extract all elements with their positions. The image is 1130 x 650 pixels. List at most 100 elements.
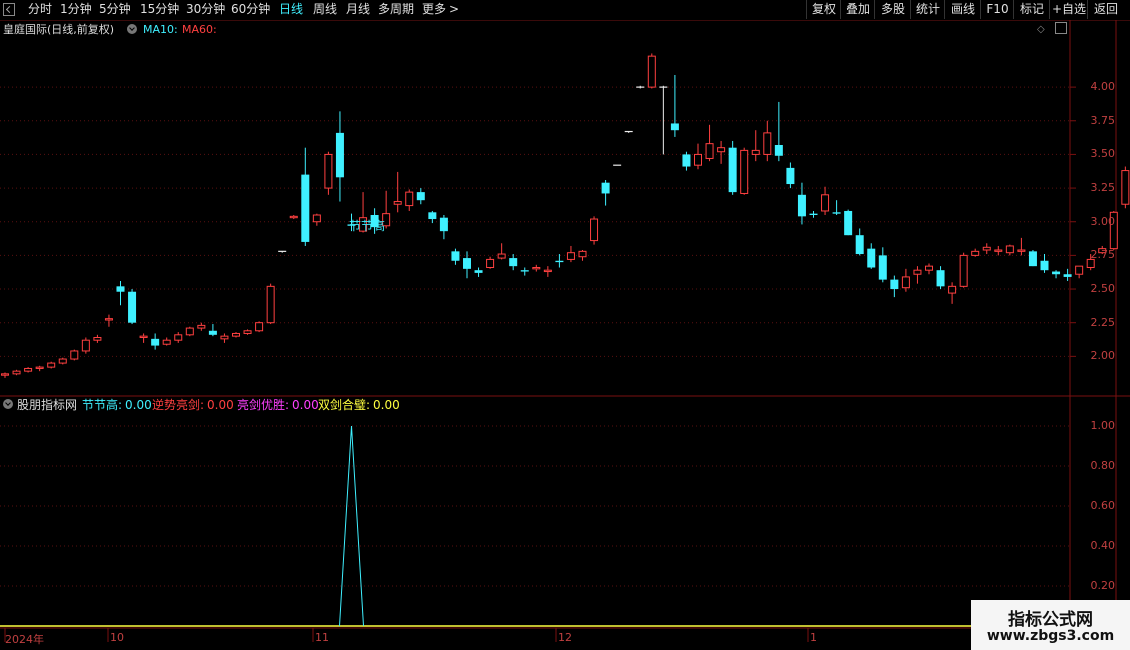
watermark-title: 指标公式网 — [1008, 610, 1093, 630]
candle-body — [740, 149, 749, 194]
candle-body — [174, 334, 183, 341]
candle-body — [255, 322, 264, 332]
price-tick-label: 3.50 — [1090, 147, 1116, 161]
candle-body — [717, 147, 726, 153]
indicator-tick-label: 0.40 — [1090, 539, 1116, 552]
candle-body — [509, 258, 518, 267]
candle-body — [1005, 245, 1014, 254]
candle-body — [128, 291, 137, 323]
candle-body — [243, 330, 252, 334]
candle-body — [416, 192, 425, 201]
indicator-tick-label: 1.00 — [1090, 419, 1116, 432]
candle-body — [751, 149, 760, 155]
candle-body — [855, 235, 864, 255]
candle-body — [705, 143, 714, 159]
indicator-tick-label: 0.20 — [1090, 579, 1116, 592]
candle-body — [474, 270, 483, 273]
price-tick-label: 3.75 — [1090, 113, 1116, 127]
candle-body — [832, 212, 841, 214]
candle-body — [1017, 249, 1026, 252]
candle-body — [58, 358, 67, 364]
candle-body — [393, 201, 402, 205]
candle-body — [301, 174, 310, 242]
candle-body — [821, 194, 830, 212]
candle-body — [555, 260, 564, 263]
candle-body — [12, 370, 21, 375]
date-label: 11 — [315, 631, 329, 644]
candle-body — [728, 147, 737, 193]
candle-body — [925, 265, 933, 271]
candle-body — [335, 132, 344, 178]
candle-body — [532, 267, 541, 270]
date-label: 12 — [558, 631, 572, 644]
candle-body — [590, 218, 599, 242]
candle-body — [266, 285, 275, 324]
kline-chart[interactable] — [0, 0, 1130, 650]
candle-body — [428, 212, 437, 220]
candle-body — [797, 194, 806, 217]
price-tick-label: 3.00 — [1090, 214, 1116, 228]
candle-body — [878, 255, 887, 280]
candle-body — [104, 318, 113, 321]
candle-body — [162, 339, 171, 345]
watermark-logo: 指标公式网 www.zbgs3.com — [971, 600, 1130, 650]
candle-body — [70, 350, 79, 360]
candle-body — [197, 324, 206, 329]
candle-body — [913, 269, 922, 275]
candle-body — [232, 332, 240, 337]
signal-annotation: 节节高 — [349, 219, 386, 233]
date-label: 1 — [810, 631, 817, 644]
candle-body — [1, 373, 9, 376]
candle-body — [948, 285, 957, 294]
candle-body — [486, 258, 495, 268]
candle-body — [543, 269, 552, 273]
candle-body — [971, 250, 980, 256]
candle-body — [890, 279, 899, 290]
candle-body — [601, 182, 610, 194]
candle-body — [1052, 271, 1061, 275]
candle-body — [289, 215, 298, 219]
candle-body — [208, 330, 217, 335]
candle-body — [47, 362, 56, 368]
price-tick-label: 3.25 — [1090, 181, 1116, 195]
candle-body — [24, 367, 33, 372]
candle-body — [81, 339, 90, 352]
candle-body — [1121, 170, 1130, 205]
candle-body — [220, 335, 229, 340]
candle-body — [694, 153, 702, 166]
candle-body — [151, 338, 160, 346]
candle-body — [578, 250, 587, 258]
candle-body — [786, 167, 795, 185]
candle-body — [451, 251, 460, 261]
candle-body — [774, 145, 783, 156]
candle-body — [35, 366, 44, 369]
candle-body — [682, 154, 691, 167]
candle-body — [844, 210, 853, 236]
indicator-line-cyan — [339, 425, 364, 627]
candle-body — [901, 276, 910, 289]
price-tick-label: 4.00 — [1090, 80, 1116, 94]
price-tick-label: 2.75 — [1090, 248, 1116, 262]
candle-body — [139, 335, 148, 338]
candle-body — [1075, 265, 1084, 275]
candle-body — [936, 270, 945, 287]
candle-body — [994, 249, 1003, 252]
candle-body — [959, 254, 968, 287]
candle-body — [670, 123, 679, 131]
candle-body — [566, 252, 575, 260]
candle-body — [1040, 260, 1049, 271]
candle-body — [93, 337, 102, 341]
date-label: 10 — [110, 631, 124, 644]
candle-body — [312, 214, 321, 223]
candle-body — [463, 258, 471, 269]
candle-body — [405, 191, 414, 207]
candle-body — [1063, 274, 1072, 277]
candle-body — [647, 55, 656, 88]
candle-body — [324, 153, 333, 189]
candle-body — [867, 248, 876, 268]
candle-body — [1028, 251, 1037, 267]
indicator-tick-label: 0.60 — [1090, 499, 1116, 512]
candle-body — [763, 132, 772, 155]
candle-body — [116, 286, 125, 292]
watermark-url: www.zbgs3.com — [986, 628, 1115, 644]
